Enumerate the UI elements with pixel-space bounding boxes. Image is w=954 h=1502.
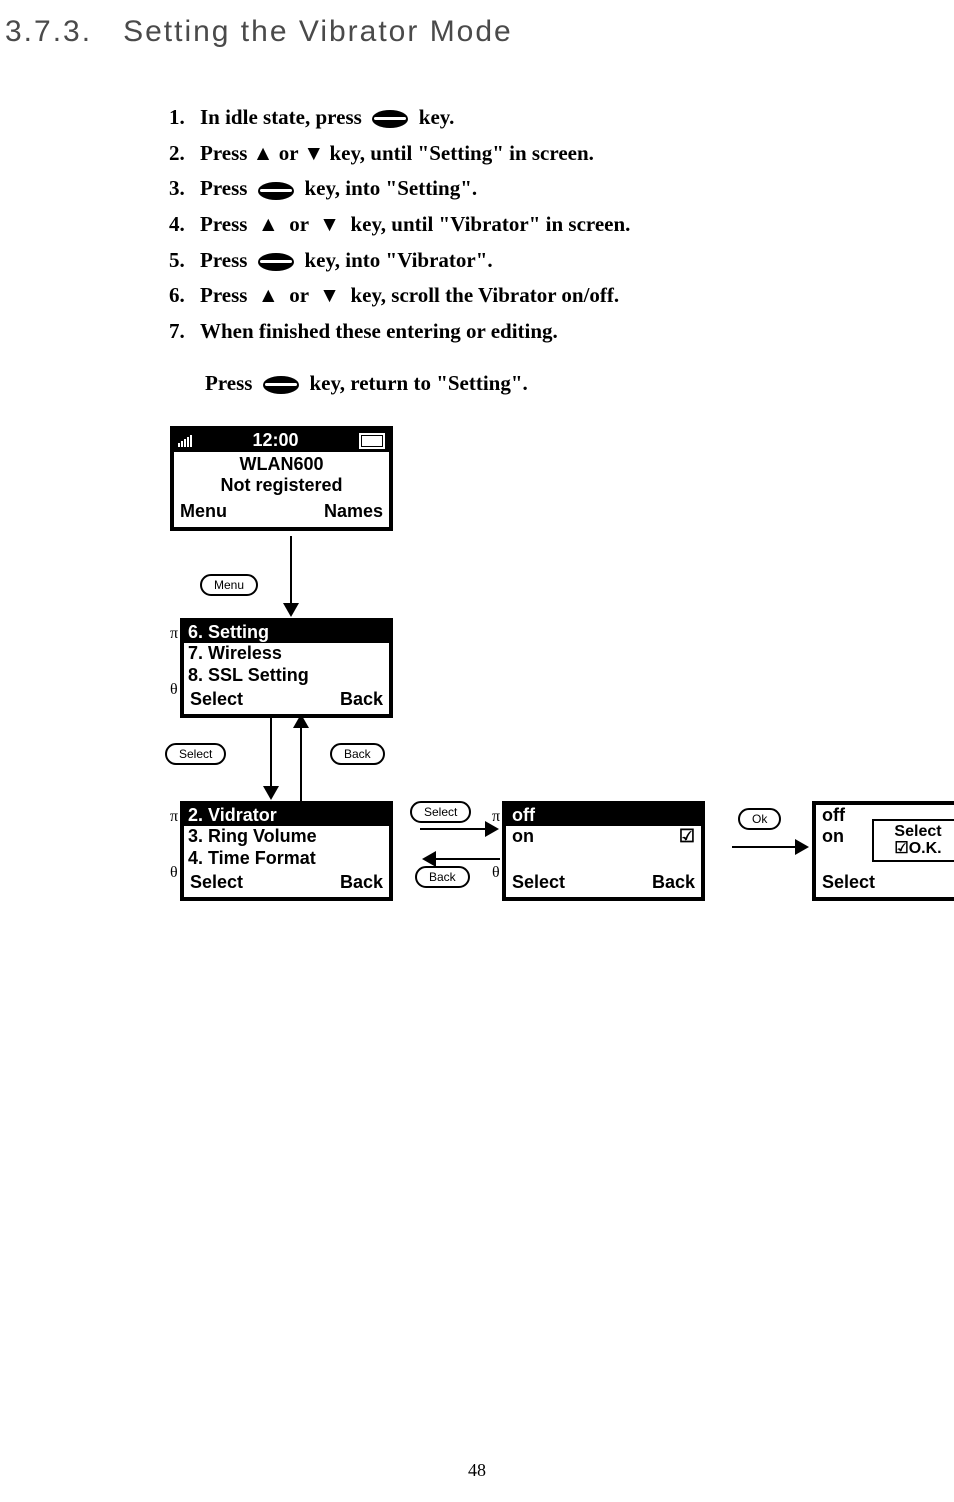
option-off: off [512,805,535,827]
softkey-left: Select [512,872,565,894]
step-2: Press ▲ or ▼ key, until "Setting" in scr… [190,136,954,172]
vibrator-menu-screen: π θ 2. Vidrator 3. Ring Volume 4. Time F… [180,801,393,901]
flow-diagram: 12:00 WLAN600 Not registered Menu Names … [170,426,954,1126]
steps-ol: In idle state, press key. Press ▲ or ▼ k… [150,100,954,350]
menu-item: 4. Time Format [184,848,389,870]
center-key-icon [372,110,408,128]
step-5: Press key, into "Vibrator". [190,243,954,279]
final-instruction: Press key, return to "Setting". [205,371,954,396]
registration-status: Not registered [178,475,385,497]
softkey-row: Select Back [506,870,701,898]
checkmark-icon: ☑ [679,826,695,848]
ok-button-label: Ok [738,808,781,830]
vibrator-options-screen: π θ off on ☑ Select Back [502,801,705,901]
step-6: Press ▲ or ▼ key, scroll the Vibrator on… [190,278,954,314]
menu-item-selected: 6. Setting [184,622,389,644]
step-7: When finished these entering or editing. [190,314,954,350]
softkey-left: Menu [180,501,227,523]
pi-mark: π [170,807,178,826]
pi-mark: π [492,807,500,826]
menu-item-selected: 2. Vidrator [184,805,389,827]
instructions-list: In idle state, press key. Press ▲ or ▼ k… [150,100,954,350]
popup-line1: Select [880,823,954,841]
softkey-row: Select Back [816,870,954,898]
pi-mark: π [170,624,178,643]
signal-icon [178,435,192,447]
section-heading: 3.7.3. Setting the Vibrator Mode [0,0,954,79]
battery-icon [359,433,385,449]
status-bar: 12:00 [174,430,389,452]
popup-line2: ☑O.K. [880,840,954,858]
softkey-row: Select Back [184,870,389,898]
softkey-left: Select [190,872,243,894]
softkey-right: Back [652,872,695,894]
theta-mark: θ [170,863,178,882]
menu-item: 7. Wireless [184,643,389,665]
theta-mark: θ [492,863,500,882]
clock: 12:00 [196,430,355,452]
softkey-right: Names [324,501,383,523]
setting-menu-screen: π θ 6. Setting 7. Wireless 8. SSL Settin… [180,618,393,718]
menu-item: 3. Ring Volume [184,826,389,848]
idle-screen: 12:00 WLAN600 Not registered Menu Names [170,426,393,531]
softkey-row: Select Back [184,687,389,715]
step-3: Press key, into "Setting". [190,171,954,207]
softkey-row: Menu Names [174,499,389,527]
ok-popup: Select ☑O.K. [872,819,954,862]
option-on: on [512,826,534,848]
softkey-right: Back [340,872,383,894]
step-4: Press ▲ or ▼ key, until "Vibrator" in sc… [190,207,954,243]
vibrator-confirm-screen: off on ☑ Select Back Select ☑O.K. [812,801,954,901]
idle-body: WLAN600 Not registered [174,452,389,499]
menu-button-label: Menu [200,574,258,596]
theta-mark: θ [170,680,178,699]
back-button-label: Back [330,743,385,765]
option-on: on [822,826,844,848]
select-button-label: Select [410,801,471,823]
device-name: WLAN600 [178,454,385,476]
center-key-icon [258,182,294,200]
option-off: off [822,805,845,827]
softkey-right: Back [340,689,383,711]
step-1: In idle state, press key. [190,100,954,136]
menu-item: 8. SSL Setting [184,665,389,687]
page-number: 48 [468,1460,486,1481]
softkey-left: Select [190,689,243,711]
back-button-label: Back [415,866,470,888]
center-key-icon [258,253,294,271]
select-button-label: Select [165,743,226,765]
center-key-icon [263,376,299,394]
softkey-left: Select [822,872,875,894]
